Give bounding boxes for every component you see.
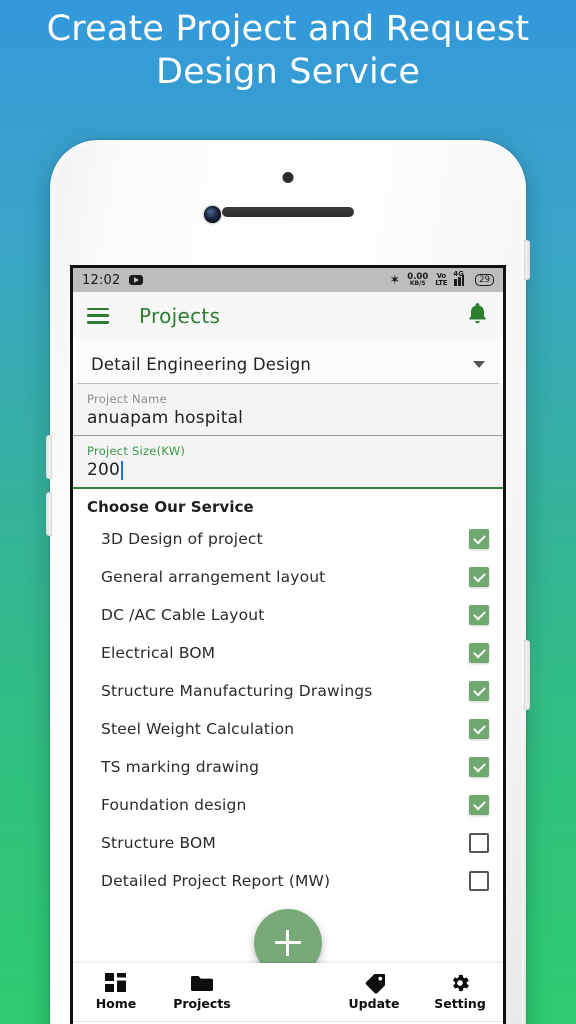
form-content: Detail Engineering Design Project Name a… (73, 339, 503, 900)
service-checkbox[interactable] (469, 681, 489, 701)
plus-icon (275, 930, 301, 956)
service-row[interactable]: Detailed Project Report (MW) (87, 862, 489, 900)
project-name-label: Project Name (87, 392, 167, 406)
project-name-value: anuapam hospital (87, 408, 244, 428)
service-row[interactable]: 3D Design of project (87, 520, 489, 558)
service-checkbox[interactable] (469, 795, 489, 815)
phone-mockup: 12:02 ✶ 0.00 KB/S Vo LTE 4G 29 Projects … (46, 140, 530, 1024)
service-label: Detailed Project Report (MW) (101, 871, 331, 890)
service-checkbox[interactable] (469, 719, 489, 739)
bluetooth-icon: ✶ (389, 272, 401, 288)
service-label: Foundation design (101, 795, 247, 814)
bell-icon[interactable] (466, 301, 489, 330)
service-label: Structure BOM (101, 833, 216, 852)
page-headline: Create Project and Request Design Servic… (46, 9, 530, 92)
chevron-down-icon (473, 361, 485, 368)
side-button[interactable] (524, 640, 530, 710)
service-label: Steel Weight Calculation (101, 719, 295, 738)
status-bar: 12:02 ✶ 0.00 KB/S Vo LTE 4G 29 (73, 268, 503, 292)
nav-label-setting: Setting (434, 996, 486, 1011)
service-row[interactable]: General arrangement layout (87, 558, 489, 596)
services-list: 3D Design of project General arrangement … (73, 520, 503, 900)
service-label: TS marking drawing (101, 757, 260, 776)
network-speed-unit: KB/S (409, 280, 426, 288)
nav-item-setting[interactable]: Setting (417, 973, 503, 1011)
service-checkbox[interactable] (469, 871, 489, 891)
service-row[interactable]: TS marking drawing (87, 748, 489, 786)
service-row[interactable]: Structure Manufacturing Drawings (87, 672, 489, 710)
front-camera-icon (204, 206, 221, 223)
service-checkbox[interactable] (469, 605, 489, 625)
proximity-sensor-icon (282, 172, 294, 183)
service-type-dropdown[interactable]: Detail Engineering Design (77, 339, 499, 384)
volte-icon: Vo LTE (435, 273, 447, 287)
service-checkbox[interactable] (469, 833, 489, 853)
service-label: 3D Design of project (101, 529, 263, 548)
status-time: 12:02 (82, 272, 121, 288)
battery-icon: 29 (475, 274, 494, 286)
phone-screen: 12:02 ✶ 0.00 KB/S Vo LTE 4G 29 Projects … (70, 265, 506, 1024)
service-row[interactable]: Foundation design (87, 786, 489, 824)
project-size-label: Project Size(KW) (87, 444, 186, 458)
service-row[interactable]: DC /AC Cable Layout (87, 596, 489, 634)
nav-item-home[interactable]: Home (73, 973, 159, 1011)
services-section-title: Choose Our Service (87, 498, 254, 516)
hamburger-menu-icon[interactable] (87, 307, 109, 324)
service-row[interactable]: Structure BOM (87, 824, 489, 862)
service-checkbox[interactable] (469, 529, 489, 549)
project-name-field[interactable]: Project Name anuapam hospital (73, 384, 503, 436)
network-speed-indicator: 0.00 KB/S (407, 273, 428, 288)
nav-item-update[interactable]: Update (331, 973, 417, 1011)
volume-down-button[interactable] (46, 492, 52, 536)
project-size-value: 200 (87, 460, 121, 480)
service-type-value: Detail Engineering Design (91, 355, 312, 374)
volume-up-button[interactable] (46, 435, 52, 479)
earpiece-speaker (222, 207, 354, 217)
service-checkbox[interactable] (469, 567, 489, 587)
volte-line2: LTE (435, 279, 448, 287)
nav-item-projects[interactable]: Projects (159, 973, 245, 1011)
nav-label-update: Update (348, 996, 400, 1011)
service-row[interactable]: Electrical BOM (87, 634, 489, 672)
service-checkbox[interactable] (469, 643, 489, 663)
service-label: DC /AC Cable Layout (101, 605, 265, 624)
folder-icon (190, 973, 214, 993)
grid-icon (105, 973, 127, 993)
service-checkbox[interactable] (469, 757, 489, 777)
service-label: Structure Manufacturing Drawings (101, 681, 373, 700)
page-title: Projects (139, 303, 221, 328)
project-size-field[interactable]: Project Size(KW) 200 (73, 436, 503, 489)
signal-strength-icon: 4G (453, 270, 468, 286)
service-label: General arrangement layout (101, 567, 326, 586)
project-size-value-wrap: 200 (87, 460, 489, 480)
text-cursor (121, 460, 124, 480)
power-button[interactable] (524, 240, 530, 280)
bottom-navigation: Home Projects Update Setting (73, 963, 503, 1021)
nav-label-home: Home (95, 996, 137, 1011)
youtube-icon (129, 275, 144, 285)
nav-label-projects: Projects (173, 996, 231, 1011)
service-row[interactable]: Steel Weight Calculation (87, 710, 489, 748)
network-type-label: 4G (453, 269, 464, 278)
tag-icon (363, 973, 386, 994)
app-bar: Projects (73, 292, 503, 339)
service-label: Electrical BOM (101, 643, 216, 662)
gear-icon (449, 973, 471, 993)
